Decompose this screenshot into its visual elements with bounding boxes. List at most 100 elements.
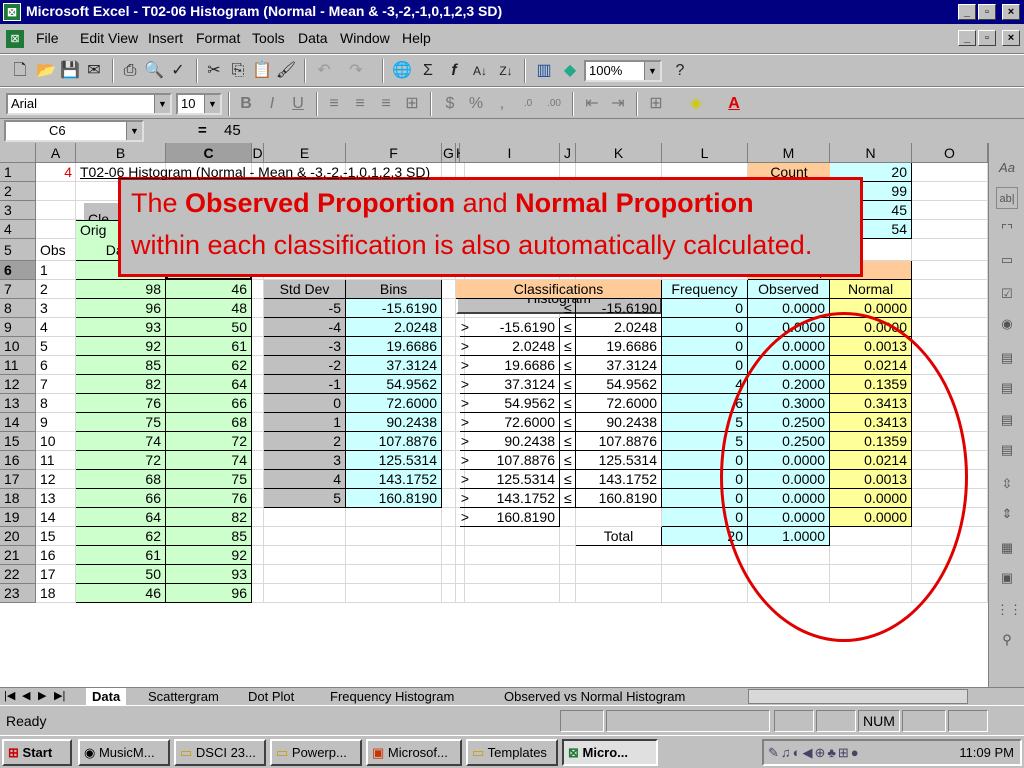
- grid-cell[interactable]: [912, 201, 988, 220]
- open-icon[interactable]: 📂: [34, 59, 58, 83]
- orig-data-value[interactable]: 93: [76, 318, 166, 337]
- grid-cell[interactable]: [264, 546, 346, 565]
- tab-data[interactable]: Data: [86, 688, 127, 705]
- grid-cell[interactable]: [346, 527, 442, 546]
- chevron-down-icon[interactable]: ▼: [644, 62, 660, 80]
- print-preview-icon[interactable]: 🔍: [142, 59, 166, 83]
- grid-cell[interactable]: [560, 508, 576, 527]
- grid-cell[interactable]: [442, 337, 456, 356]
- combo-list-icon[interactable]: ▤: [996, 409, 1018, 431]
- run-dialog-icon[interactable]: ⚲: [996, 629, 1018, 651]
- row-header-4[interactable]: 4: [0, 220, 36, 239]
- column-header-d[interactable]: D: [252, 143, 264, 163]
- data-value[interactable]: 82: [166, 508, 252, 527]
- menu-view[interactable]: View: [108, 30, 138, 46]
- minimize-button[interactable]: _: [958, 4, 976, 20]
- row-header-7[interactable]: 7: [0, 280, 36, 299]
- orig-data-value[interactable]: 68: [76, 470, 166, 489]
- percent-icon[interactable]: %: [464, 92, 488, 116]
- tab-scattergram[interactable]: Scattergram: [148, 688, 219, 705]
- column-header-i[interactable]: I: [460, 143, 560, 163]
- scroll-bar-icon[interactable]: ⇳: [996, 473, 1018, 495]
- new-icon[interactable]: 🗋: [8, 59, 32, 83]
- comma-icon[interactable]: ,: [490, 92, 514, 116]
- menu-format[interactable]: Format: [196, 30, 240, 46]
- font-size-select[interactable]: 10 ▼: [176, 93, 222, 115]
- data-value[interactable]: 76: [166, 489, 252, 508]
- row-header-5[interactable]: 5: [0, 239, 36, 261]
- task-dsci-folder[interactable]: ▭ DSCI 23...: [174, 739, 266, 766]
- grid-cell[interactable]: [560, 565, 576, 584]
- task-excel[interactable]: ⊠ Micro...: [562, 739, 658, 766]
- column-header-a[interactable]: A: [36, 143, 76, 163]
- data-value[interactable]: 96: [166, 584, 252, 603]
- grid-cell[interactable]: [912, 318, 988, 337]
- orig-data-value[interactable]: 62: [76, 527, 166, 546]
- data-value[interactable]: 72: [166, 432, 252, 451]
- column-header-b[interactable]: B: [76, 143, 166, 163]
- group-box-icon[interactable]: ⌜⌝: [996, 219, 1018, 241]
- grid-cell[interactable]: [912, 299, 988, 318]
- fill-color-icon[interactable]: ◈: [684, 92, 708, 116]
- data-value[interactable]: 85: [166, 527, 252, 546]
- grid-cell[interactable]: [442, 565, 456, 584]
- align-right-icon[interactable]: ≡: [374, 92, 398, 116]
- grid-cell[interactable]: [442, 432, 456, 451]
- data-value[interactable]: 75: [166, 470, 252, 489]
- doc-minimize-button[interactable]: _: [958, 30, 976, 46]
- grid-cell[interactable]: [576, 565, 662, 584]
- data-value[interactable]: 93: [166, 565, 252, 584]
- column-header-m[interactable]: M: [748, 143, 830, 163]
- grid-cell[interactable]: [460, 527, 560, 546]
- combo-box-icon[interactable]: ▤: [996, 377, 1018, 399]
- grid-cell[interactable]: [252, 394, 264, 413]
- grid-cell[interactable]: [460, 584, 560, 603]
- data-value[interactable]: 68: [166, 413, 252, 432]
- cut-icon[interactable]: ✂: [202, 59, 226, 83]
- sheet-title[interactable]: T02-06 Histogram (Normal - Mean & -3,-2,…: [76, 163, 636, 182]
- grid-cell[interactable]: [442, 584, 456, 603]
- column-header-k[interactable]: K: [576, 143, 662, 163]
- email-icon[interactable]: ✉: [82, 59, 106, 83]
- grid-cell[interactable]: [252, 489, 264, 508]
- grid-cell[interactable]: [442, 299, 456, 318]
- tray-icons[interactable]: ✎♫◐◀⊕♣⊞●: [768, 745, 861, 760]
- data-value[interactable]: 50: [166, 318, 252, 337]
- row-header-23[interactable]: 23: [0, 584, 36, 603]
- data-value[interactable]: 48: [166, 299, 252, 318]
- data-value[interactable]: 92: [166, 546, 252, 565]
- data-value[interactable]: 66: [166, 394, 252, 413]
- row-header-22[interactable]: 22: [0, 565, 36, 584]
- orig-data-value[interactable]: 50: [76, 565, 166, 584]
- grid-cell[interactable]: [252, 432, 264, 451]
- drawing-icon[interactable]: ◆: [558, 59, 582, 83]
- orig-data-value[interactable]: 76: [76, 394, 166, 413]
- task-templates-folder[interactable]: ▭ Templates: [466, 739, 558, 766]
- grid-cell[interactable]: [442, 318, 456, 337]
- grid-cell[interactable]: [576, 546, 662, 565]
- close-button[interactable]: ×: [1002, 4, 1020, 20]
- grid-cell[interactable]: [346, 508, 442, 527]
- font-select[interactable]: Arial ▼: [6, 93, 172, 115]
- undo-icon[interactable]: ↶: [312, 59, 336, 83]
- grid-cell[interactable]: [442, 413, 456, 432]
- toggle-grid-icon[interactable]: ⋮⋮: [996, 599, 1022, 621]
- doc-close-button[interactable]: ×: [1002, 30, 1020, 46]
- grid-cell[interactable]: [912, 261, 988, 280]
- grid-cell[interactable]: [36, 201, 76, 220]
- row-header-6[interactable]: 6: [0, 261, 36, 280]
- select-all-corner[interactable]: [0, 143, 36, 163]
- row-header-18[interactable]: 18: [0, 489, 36, 508]
- row-header-3[interactable]: 3: [0, 201, 36, 220]
- chart-wizard-icon[interactable]: ▥: [532, 59, 556, 83]
- start-button[interactable]: ⊞ Start: [2, 739, 72, 766]
- save-icon[interactable]: 💾: [58, 59, 82, 83]
- orig-data-value[interactable]: 96: [76, 299, 166, 318]
- tab-frequency-histogram[interactable]: Frequency Histogram: [330, 688, 454, 705]
- grid-cell[interactable]: [252, 508, 264, 527]
- row-header-13[interactable]: 13: [0, 394, 36, 413]
- grid-cell[interactable]: [252, 356, 264, 375]
- grid-cell[interactable]: [264, 508, 346, 527]
- grid-cell[interactable]: [442, 280, 456, 299]
- grid-cell[interactable]: [912, 163, 988, 182]
